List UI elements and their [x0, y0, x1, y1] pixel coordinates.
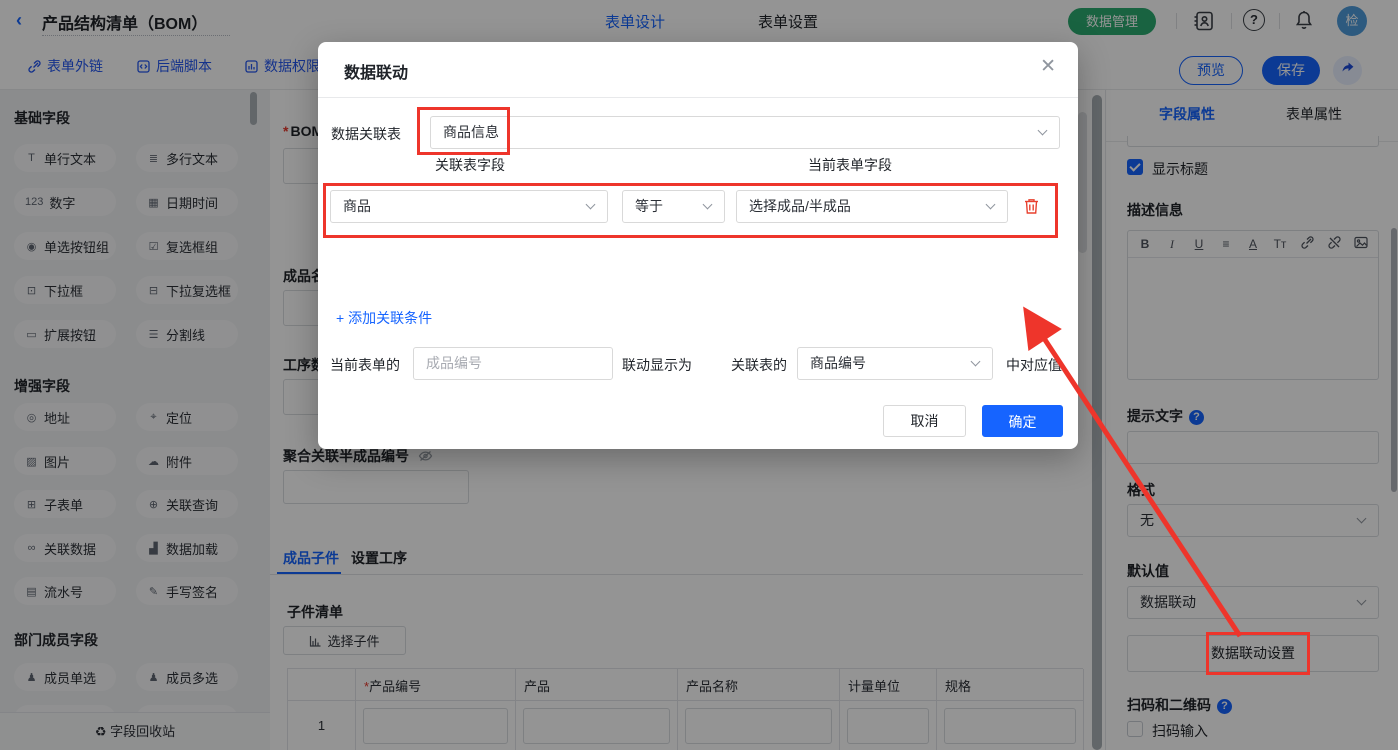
- annotation-arrow: [1023, 306, 1243, 638]
- current-form-label: 当前表单的: [330, 357, 400, 373]
- annotation-box-condition-row: [323, 183, 1058, 238]
- chevron-down-icon: [970, 356, 981, 366]
- related-table-label: 关联表的: [731, 357, 787, 373]
- modal-divider: [318, 97, 1078, 98]
- close-icon[interactable]: ✕: [1040, 55, 1056, 78]
- data-linkage-modal: 数据联动 ✕ 数据关联表 商品信息 关联表字段 当前表单字段 商品 等于 选择成…: [318, 42, 1078, 449]
- column-header-right: 当前表单字段: [808, 157, 892, 173]
- app-window: ‹ 产品结构清单（BOM） 表单设计 表单设置 数据管理 ? 检 表单外链 后端…: [0, 0, 1398, 750]
- display-as-label: 联动显示为: [622, 357, 692, 373]
- current-field-input[interactable]: 成品编号: [413, 347, 613, 380]
- column-header-left: 关联表字段: [435, 157, 505, 173]
- relation-table-select[interactable]: 商品信息: [430, 116, 1060, 149]
- modal-title: 数据联动: [344, 65, 409, 82]
- chevron-down-icon: [1037, 125, 1048, 135]
- annotation-box-relation-table: [417, 107, 510, 155]
- related-field-select[interactable]: 商品编号: [797, 347, 993, 380]
- cancel-button[interactable]: 取消: [883, 405, 966, 437]
- add-condition-link[interactable]: + 添加关联条件: [336, 308, 432, 328]
- relation-table-label: 数据关联表: [331, 126, 401, 142]
